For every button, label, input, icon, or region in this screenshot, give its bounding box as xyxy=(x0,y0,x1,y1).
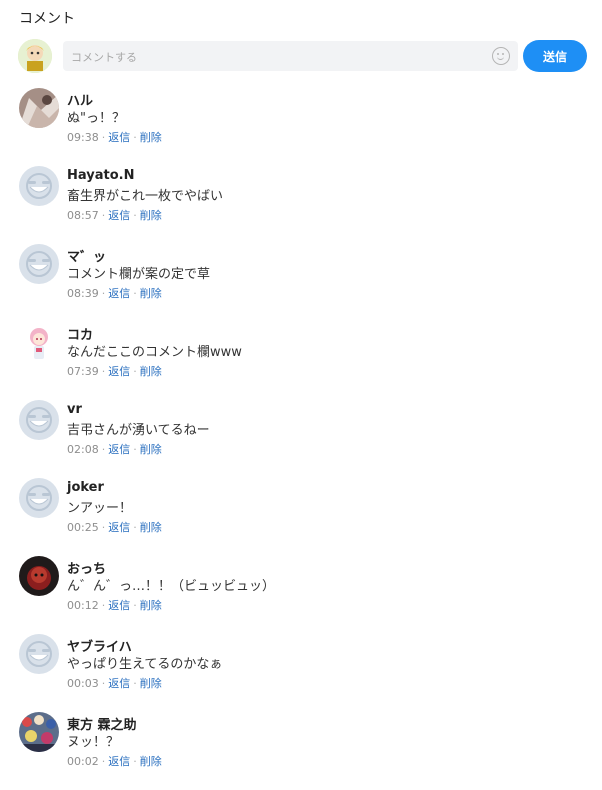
comment-text: コメント欄が案の定で草 xyxy=(67,267,211,282)
avatar[interactable] xyxy=(19,400,59,440)
separator: · xyxy=(133,209,137,222)
reply-button[interactable]: 返信 xyxy=(108,755,130,768)
delete-button[interactable]: 削除 xyxy=(140,365,162,378)
separator: · xyxy=(133,443,137,456)
comment-input-placeholder: コメントする xyxy=(71,51,137,64)
comment-meta: 00:12 · 返信 · 削除 xyxy=(67,597,162,613)
comment-author[interactable]: vr xyxy=(67,402,82,417)
avatar[interactable] xyxy=(19,556,59,596)
comment-meta: 00:25 · 返信 · 削除 xyxy=(67,519,162,535)
avatar[interactable] xyxy=(19,322,59,362)
comment-text: 吉弔さんが湧いてるねー xyxy=(67,423,210,438)
comment-text: ヌッ！？ xyxy=(67,735,120,750)
separator: · xyxy=(133,521,137,534)
comment-author[interactable]: joker xyxy=(67,480,104,495)
reply-button[interactable]: 返信 xyxy=(108,365,130,378)
comment-meta: 08:39 · 返信 · 削除 xyxy=(67,285,162,301)
my-avatar xyxy=(18,39,52,73)
delete-button[interactable]: 削除 xyxy=(140,677,162,690)
comment-item: おっち ん゛ん゛っ…！！（ビュッビュッ） 00:12 · 返信 · 削除 xyxy=(0,556,602,634)
separator: · xyxy=(101,131,106,144)
delete-button[interactable]: 削除 xyxy=(140,755,162,768)
reply-button[interactable]: 返信 xyxy=(108,521,130,534)
comment-text: ンアッー！ xyxy=(67,501,133,516)
comment-time: 07:39 xyxy=(67,365,99,378)
comment-item: コカ なんだここのコメント欄www 07:39 · 返信 · 削除 xyxy=(0,322,602,400)
delete-button[interactable]: 削除 xyxy=(140,131,162,144)
separator: · xyxy=(101,365,106,378)
comment-meta: 00:02 · 返信 · 削除 xyxy=(67,753,162,769)
delete-button[interactable]: 削除 xyxy=(140,209,162,222)
comment-time: 00:02 xyxy=(67,755,99,768)
comment-item: 東方 霖之助 ヌッ！？ 00:02 · 返信 · 削除 xyxy=(0,712,602,790)
comment-time: 08:57 xyxy=(67,209,99,222)
separator: · xyxy=(133,755,137,768)
comment-text: 畜生界がこれ一枚でやばい xyxy=(67,189,224,204)
separator: · xyxy=(101,287,106,300)
avatar[interactable] xyxy=(19,244,59,284)
comment-meta: 08:57 · 返信 · 削除 xyxy=(67,207,162,223)
delete-button[interactable]: 削除 xyxy=(140,521,162,534)
comment-time: 00:25 xyxy=(67,521,99,534)
avatar[interactable] xyxy=(19,166,59,206)
comment-text: ん゛ん゛っ…！！（ビュッビュッ） xyxy=(67,579,276,594)
comment-composer: コメントする 送信 xyxy=(18,38,588,74)
avatar[interactable] xyxy=(19,712,59,752)
avatar[interactable] xyxy=(19,88,59,128)
separator: · xyxy=(133,365,137,378)
reply-button[interactable]: 返信 xyxy=(108,287,130,300)
delete-button[interactable]: 削除 xyxy=(140,599,162,612)
comment-time: 00:12 xyxy=(67,599,99,612)
comment-input[interactable]: コメントする xyxy=(63,41,518,71)
delete-button[interactable]: 削除 xyxy=(140,287,162,300)
comment-item: マ゛ッ コメント欄が案の定で草 08:39 · 返信 · 削除 xyxy=(0,244,602,322)
comment-item: joker ンアッー！ 00:25 · 返信 · 削除 xyxy=(0,478,602,556)
separator: · xyxy=(101,599,106,612)
comment-item: ヤブライハ やっぱり生えてるのかなぁ 00:03 · 返信 · 削除 xyxy=(0,634,602,712)
separator: · xyxy=(101,677,106,690)
comment-item: vr 吉弔さんが湧いてるねー 02:08 · 返信 · 削除 xyxy=(0,400,602,478)
comment-meta: 09:38 · 返信 · 削除 xyxy=(67,129,162,145)
send-button[interactable]: 送信 xyxy=(523,40,587,72)
comment-text: やっぱり生えてるのかなぁ xyxy=(67,657,223,672)
avatar[interactable] xyxy=(19,634,59,674)
comment-meta: 07:39 · 返信 · 削除 xyxy=(67,363,162,379)
separator: · xyxy=(133,131,137,144)
comment-time: 09:38 xyxy=(67,131,99,144)
separator: · xyxy=(133,287,137,300)
comment-time: 08:39 xyxy=(67,287,99,300)
separator: · xyxy=(101,755,106,768)
reply-button[interactable]: 返信 xyxy=(108,443,130,456)
reply-button[interactable]: 返信 xyxy=(108,209,130,222)
comment-author[interactable]: Hayato.N xyxy=(67,168,134,183)
reply-button[interactable]: 返信 xyxy=(108,677,130,690)
delete-button[interactable]: 削除 xyxy=(140,443,162,456)
avatar[interactable] xyxy=(19,478,59,518)
separator: · xyxy=(133,599,137,612)
separator: · xyxy=(101,521,106,534)
comment-meta: 00:03 · 返信 · 削除 xyxy=(67,675,162,691)
comment-time: 02:08 xyxy=(67,443,99,456)
reply-button[interactable]: 返信 xyxy=(108,599,130,612)
reply-button[interactable]: 返信 xyxy=(108,131,130,144)
comment-item: Hayato.N 畜生界がこれ一枚でやばい 08:57 · 返信 · 削除 xyxy=(0,166,602,244)
comment-time: 00:03 xyxy=(67,677,99,690)
comment-item: ハル ぬ"っ！？ 09:38 · 返信 · 削除 xyxy=(0,88,602,166)
separator: · xyxy=(101,443,106,456)
comment-text: ぬ"っ！？ xyxy=(67,111,125,126)
section-title: コメント xyxy=(19,11,75,27)
separator: · xyxy=(133,677,137,690)
emoji-icon[interactable] xyxy=(492,47,510,65)
comment-text: なんだここのコメント欄www xyxy=(67,345,242,360)
comment-meta: 02:08 · 返信 · 削除 xyxy=(67,441,162,457)
separator: · xyxy=(101,209,106,222)
